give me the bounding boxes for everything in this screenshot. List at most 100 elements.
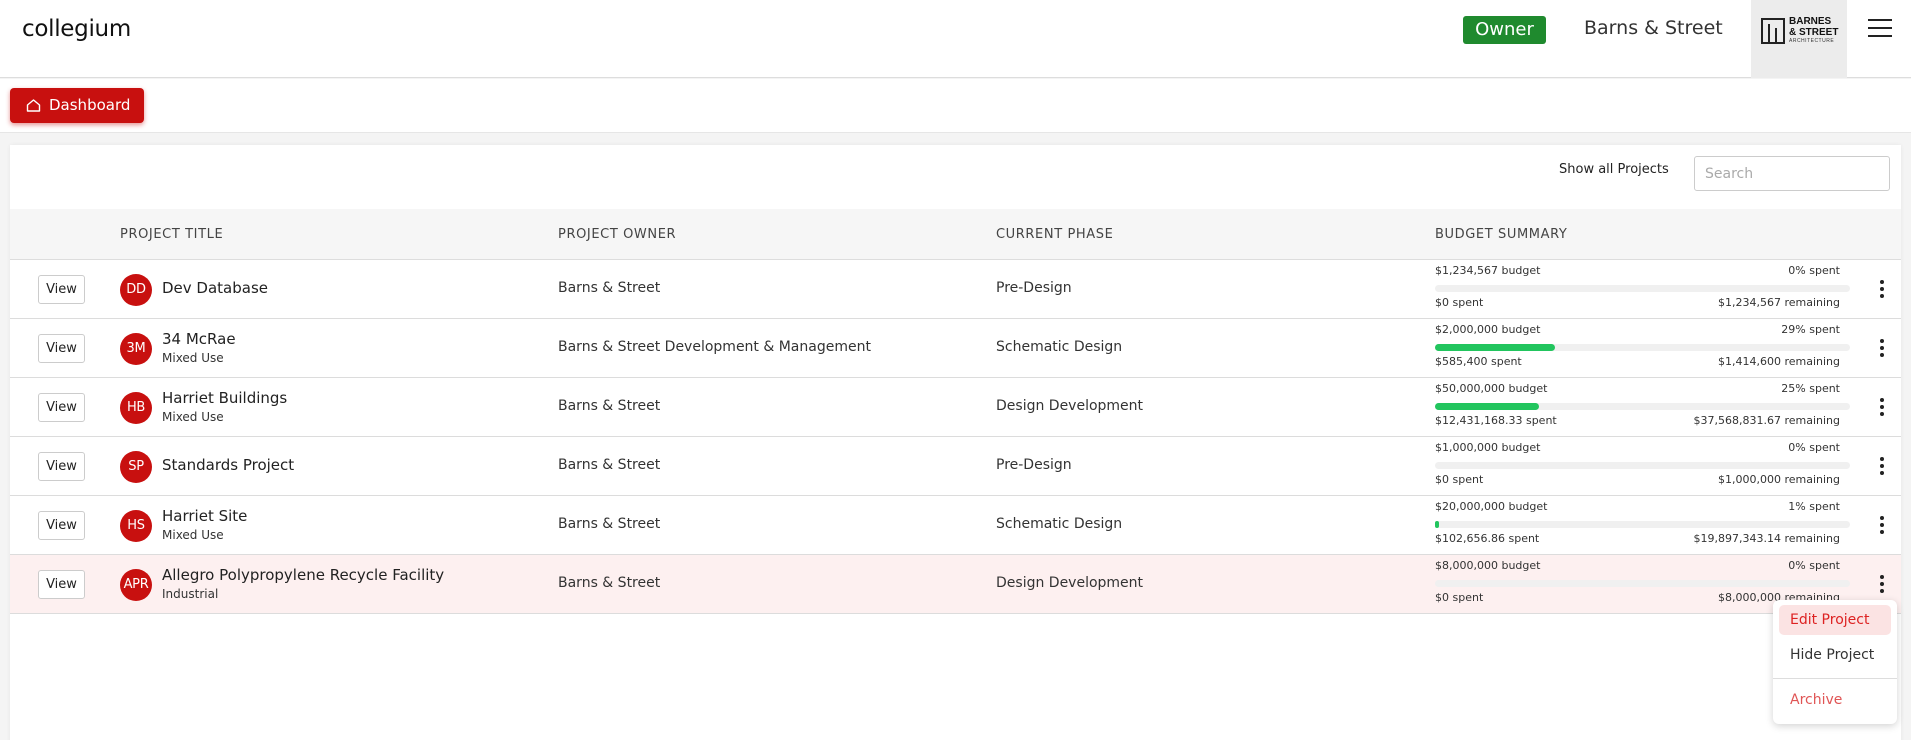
budget-progress-fill — [1435, 403, 1539, 410]
current-phase: Design Development — [996, 575, 1144, 591]
project-owner: Barns & Street — [558, 280, 661, 296]
budget-remaining: $37,568,831.67 remaining — [1693, 414, 1840, 427]
view-project-button[interactable]: View — [38, 334, 85, 363]
budget-spent: $585,400 spent — [1435, 355, 1522, 368]
archive-menu-item[interactable]: Archive — [1779, 685, 1891, 715]
row-actions-kebab-icon[interactable] — [1876, 516, 1888, 536]
project-owner: Barns & Street — [558, 575, 661, 591]
project-title[interactable]: Standards Project — [162, 456, 294, 474]
project-title[interactable]: 34 McRae — [162, 330, 236, 348]
project-type: Industrial — [162, 587, 219, 601]
project-avatar: 3M — [120, 333, 152, 365]
row-actions-kebab-icon[interactable] — [1876, 398, 1888, 418]
projects-panel: Show all Projects PROJECT TITLE PROJECT … — [10, 145, 1901, 740]
budget-spent: $0 spent — [1435, 591, 1484, 604]
view-project-button[interactable]: View — [38, 275, 85, 304]
sub-navigation-bar: Dashboard — [0, 79, 1911, 133]
organization-logo[interactable]: BARNES & STREET ARCHITECTURE — [1751, 0, 1847, 78]
hamburger-menu-icon[interactable] — [1868, 19, 1892, 39]
budget-remaining: $1,000,000 remaining — [1717, 473, 1840, 486]
row-actions-kebab-icon[interactable] — [1876, 339, 1888, 359]
column-header-project-title[interactable]: PROJECT TITLE — [120, 227, 223, 242]
project-title[interactable]: Harriet Site — [162, 507, 247, 525]
budget-percent-spent: 25% spent — [1781, 382, 1840, 395]
budget-spent: $0 spent — [1435, 473, 1484, 486]
budget-progress-bar — [1435, 285, 1850, 292]
project-avatar: SP — [120, 451, 152, 483]
project-type: Mixed Use — [162, 351, 224, 365]
view-project-button[interactable]: View — [38, 511, 85, 540]
budget-remaining: $1,234,567 remaining — [1717, 296, 1840, 309]
project-type: Mixed Use — [162, 410, 224, 424]
app-brand[interactable]: collegium — [22, 16, 131, 42]
project-owner: Barns & Street — [558, 457, 661, 473]
show-all-projects-toggle[interactable]: Show all Projects — [1559, 162, 1669, 177]
column-header-current-phase[interactable]: CURRENT PHASE — [996, 227, 1113, 242]
organization-name: Barns & Street — [1584, 17, 1723, 39]
budget-remaining: $19,897,343.14 remaining — [1693, 532, 1840, 545]
project-title[interactable]: Harriet Buildings — [162, 389, 287, 407]
budget-progress-fill — [1435, 521, 1439, 528]
budget-total: $20,000,000 budget — [1435, 500, 1548, 513]
budget-total: $1,234,567 budget — [1435, 264, 1541, 277]
budget-spent: $0 spent — [1435, 296, 1484, 309]
budget-remaining: $1,414,600 remaining — [1717, 355, 1840, 368]
building-logo-icon — [1761, 18, 1785, 44]
project-avatar: APR — [120, 569, 152, 601]
logo-text: BARNES & STREET — [1789, 16, 1839, 38]
budget-progress-bar — [1435, 521, 1850, 528]
budget-percent-spent: 0% spent — [1788, 264, 1840, 277]
current-phase: Design Development — [996, 398, 1144, 414]
budget-total: $2,000,000 budget — [1435, 323, 1541, 336]
project-owner: Barns & Street — [558, 516, 661, 532]
table-row: View DD Dev Database Barns & Street Pre-Desi… — [10, 260, 1901, 319]
budget-progress-fill — [1435, 344, 1555, 351]
column-header-project-owner[interactable]: PROJECT OWNER — [558, 227, 676, 242]
row-actions-kebab-icon[interactable] — [1876, 575, 1888, 595]
row-actions-kebab-icon[interactable] — [1876, 457, 1888, 477]
hide-project-menu-item[interactable]: Hide Project — [1779, 640, 1891, 670]
table-row: View HB Harriet Buildings Mixed Use Barns & … — [10, 378, 1901, 437]
current-phase: Schematic Design — [996, 516, 1123, 532]
dashboard-label: Dashboard — [49, 96, 131, 114]
view-project-button[interactable]: View — [38, 452, 85, 481]
table-row: View APR Allegro Polypropylene Recycle Fac… — [10, 555, 1901, 614]
project-owner: Barns & Street Development & Management — [558, 339, 871, 355]
budget-progress-bar — [1435, 462, 1850, 469]
view-project-button[interactable]: View — [38, 393, 85, 422]
budget-total: $1,000,000 budget — [1435, 441, 1541, 454]
budget-percent-spent: 0% spent — [1788, 559, 1840, 572]
project-title[interactable]: Allegro Polypropylene Recycle Facility — [162, 566, 444, 584]
current-phase: Pre-Design — [996, 457, 1072, 473]
budget-total: $8,000,000 budget — [1435, 559, 1541, 572]
logo-subtext: ARCHITECTURE — [1789, 38, 1835, 44]
project-context-menu: Edit Project Hide Project Archive — [1773, 600, 1897, 724]
column-header-budget-summary[interactable]: BUDGET SUMMARY — [1435, 227, 1567, 242]
view-project-button[interactable]: View — [38, 570, 85, 599]
search-input[interactable] — [1694, 156, 1890, 191]
menu-divider — [1773, 678, 1897, 679]
dashboard-button[interactable]: Dashboard — [10, 88, 144, 123]
top-bar: collegium Owner Barns & Street BARNES & S… — [0, 0, 1911, 78]
project-type: Mixed Use — [162, 528, 224, 542]
edit-project-menu-item[interactable]: Edit Project — [1779, 605, 1891, 635]
project-title[interactable]: Dev Database — [162, 279, 268, 297]
row-actions-kebab-icon[interactable] — [1876, 280, 1888, 300]
role-badge: Owner — [1463, 16, 1546, 44]
project-avatar: HS — [120, 510, 152, 542]
budget-progress-bar — [1435, 344, 1850, 351]
table-row: View HS Harriet Site Mixed Use Barns & Stree… — [10, 496, 1901, 555]
project-owner: Barns & Street — [558, 398, 661, 414]
table-header: PROJECT TITLE PROJECT OWNER CURRENT PHAS… — [10, 209, 1901, 260]
budget-total: $50,000,000 budget — [1435, 382, 1548, 395]
current-phase: Schematic Design — [996, 339, 1123, 355]
project-avatar: HB — [120, 392, 152, 424]
budget-spent: $102,656.86 spent — [1435, 532, 1540, 545]
budget-percent-spent: 29% spent — [1781, 323, 1840, 336]
current-phase: Pre-Design — [996, 280, 1072, 296]
budget-progress-bar — [1435, 403, 1850, 410]
budget-progress-bar — [1435, 580, 1850, 587]
table-row: View 3M 34 McRae Mixed Use Barns & Street De… — [10, 319, 1901, 378]
budget-percent-spent: 1% spent — [1788, 500, 1840, 513]
table-row: View SP Standards Project Barns & Street Pre… — [10, 437, 1901, 496]
